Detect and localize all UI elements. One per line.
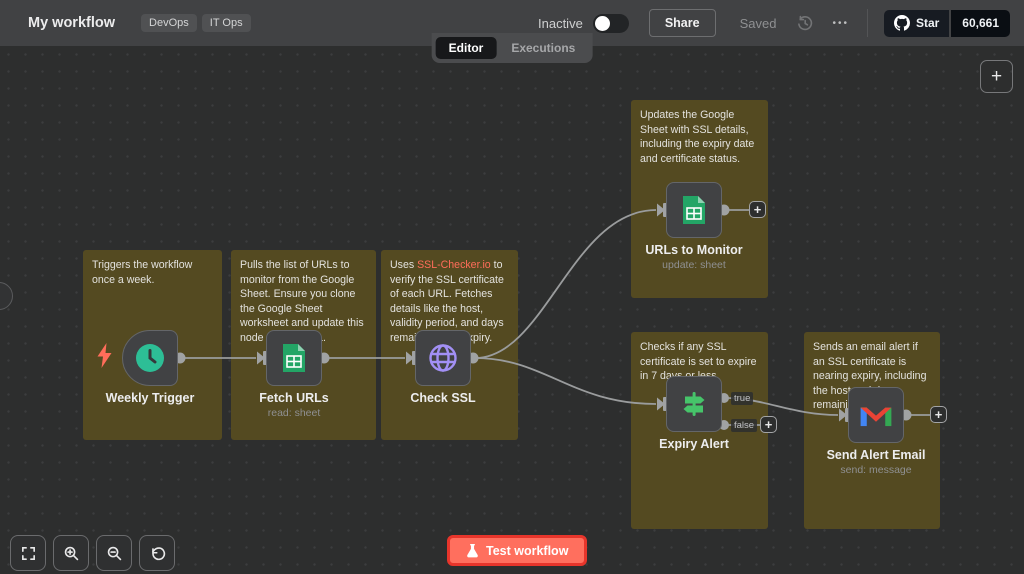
gmail-icon bbox=[860, 402, 892, 428]
zoom-to-fit-button[interactable] bbox=[10, 535, 46, 571]
workflow-tags: DevOps IT Ops bbox=[141, 14, 251, 32]
node-send-alert-email[interactable]: Send Alert Email send: message bbox=[848, 387, 904, 443]
fit-view-icon bbox=[20, 545, 37, 562]
zoom-in-button[interactable] bbox=[53, 535, 89, 571]
zoom-in-icon bbox=[63, 545, 80, 562]
node-name: URLs to Monitor bbox=[645, 243, 742, 257]
github-star-label: Star bbox=[916, 16, 939, 30]
ssl-checker-link[interactable]: SSL-Checker.io bbox=[417, 259, 491, 271]
share-button[interactable]: Share bbox=[649, 9, 716, 37]
tag-devops[interactable]: DevOps bbox=[141, 14, 197, 32]
github-star-widget[interactable]: Star 60,661 bbox=[884, 10, 1010, 37]
if-branch-icon bbox=[679, 389, 709, 419]
output-label-false: false bbox=[731, 419, 757, 432]
add-next-node-button[interactable]: + bbox=[930, 406, 947, 423]
canvas-controls bbox=[10, 535, 175, 571]
reset-zoom-button[interactable] bbox=[139, 535, 175, 571]
active-status-label: Inactive bbox=[538, 16, 583, 31]
node-subtitle: send: message bbox=[840, 464, 911, 476]
add-next-node-button[interactable]: + bbox=[760, 416, 777, 433]
github-star-button[interactable]: Star bbox=[884, 10, 949, 37]
node-expiry-alert[interactable]: Expiry Alert bbox=[666, 376, 722, 432]
sidebar-collapse-handle[interactable] bbox=[0, 282, 13, 310]
toggle-knob bbox=[595, 16, 610, 31]
saved-status: Saved bbox=[740, 16, 777, 31]
node-subtitle: update: sheet bbox=[662, 259, 726, 271]
version-history-icon[interactable] bbox=[796, 14, 814, 32]
zoom-out-icon bbox=[106, 545, 123, 562]
test-workflow-label: Test workflow bbox=[486, 544, 568, 558]
node-name: Check SSL bbox=[410, 391, 475, 405]
node-check-ssl[interactable]: Check SSL bbox=[415, 330, 471, 386]
globe-icon bbox=[426, 341, 460, 375]
node-urls-to-monitor[interactable]: URLs to Monitor update: sheet bbox=[666, 182, 722, 238]
add-node-button[interactable]: + bbox=[980, 60, 1013, 93]
header-divider bbox=[867, 9, 868, 37]
test-workflow-button[interactable]: Test workflow bbox=[447, 535, 587, 566]
sticky-text: Triggers the workflow once a week. bbox=[92, 259, 192, 286]
flask-icon bbox=[466, 544, 479, 558]
add-next-node-button[interactable]: + bbox=[749, 201, 766, 218]
sticky-text-prefix: Uses bbox=[390, 259, 417, 271]
node-name: Fetch URLs bbox=[259, 391, 328, 405]
node-fetch-urls[interactable]: Fetch URLs read: sheet bbox=[266, 330, 322, 386]
github-icon bbox=[894, 15, 910, 31]
more-options-icon[interactable]: ••• bbox=[832, 18, 849, 29]
zoom-out-button[interactable] bbox=[96, 535, 132, 571]
clock-icon bbox=[133, 341, 167, 375]
trigger-bolt-icon bbox=[96, 343, 113, 368]
tab-editor[interactable]: Editor bbox=[436, 37, 497, 59]
node-weekly-trigger[interactable]: Weekly Trigger bbox=[122, 330, 178, 386]
header-actions: Inactive Share Saved ••• Star 60,661 bbox=[538, 9, 1010, 37]
google-sheets-icon bbox=[281, 342, 307, 374]
workflow-title[interactable]: My workflow bbox=[28, 15, 115, 31]
tab-executions[interactable]: Executions bbox=[498, 37, 588, 59]
node-subtitle: read: sheet bbox=[268, 407, 321, 419]
node-name: Expiry Alert bbox=[659, 437, 729, 451]
active-toggle[interactable] bbox=[593, 14, 629, 33]
output-label-true: true bbox=[731, 392, 753, 405]
node-name: Weekly Trigger bbox=[106, 391, 195, 405]
n8n-workflow-editor: My workflow DevOps IT Ops Inactive Share… bbox=[0, 0, 1024, 574]
undo-icon bbox=[149, 545, 166, 562]
google-sheets-icon bbox=[681, 194, 707, 226]
node-name: Send Alert Email bbox=[827, 448, 926, 462]
tag-itops[interactable]: IT Ops bbox=[202, 14, 251, 32]
sticky-text: Updates the Google Sheet with SSL detail… bbox=[640, 109, 754, 165]
workflow-canvas[interactable]: Triggers the workflow once a week. Pulls… bbox=[0, 46, 1024, 574]
view-switcher: Editor Executions bbox=[432, 33, 593, 63]
github-star-count[interactable]: 60,661 bbox=[951, 10, 1010, 37]
